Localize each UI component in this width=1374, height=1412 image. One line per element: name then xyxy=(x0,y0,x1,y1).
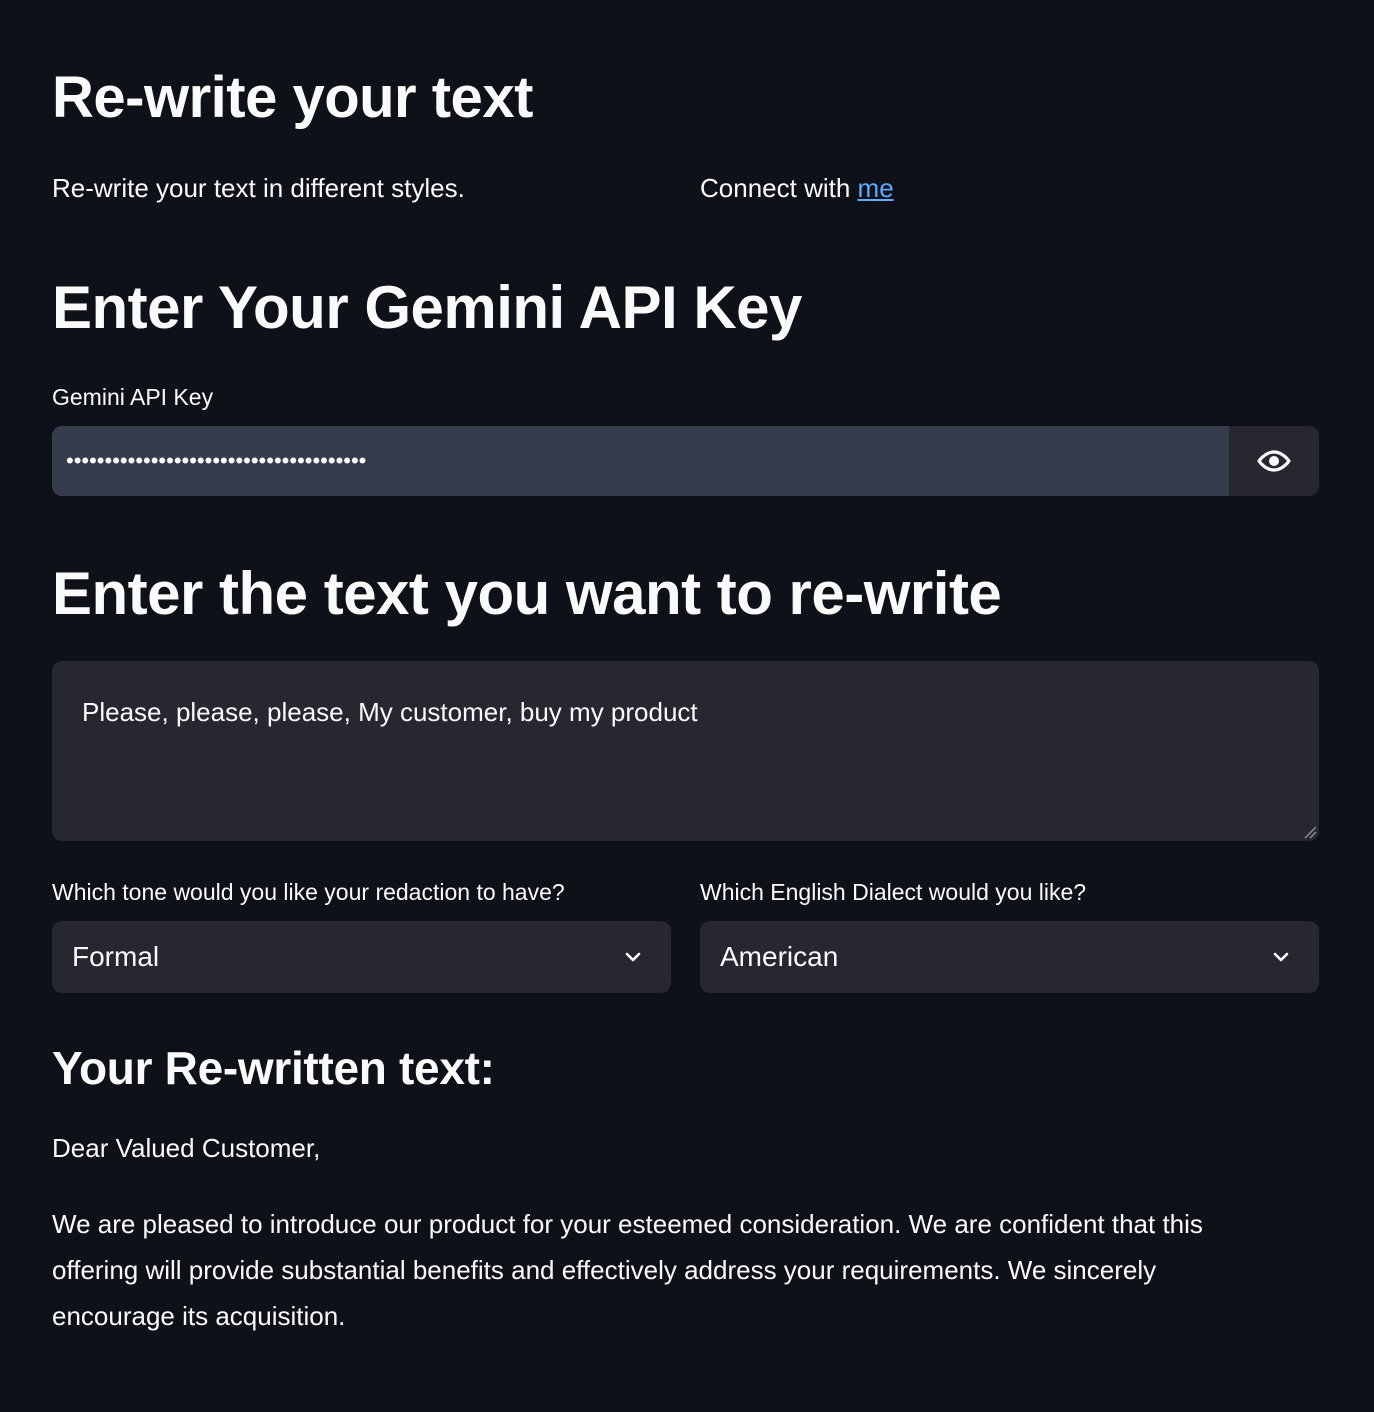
page-subtitle: Re-write your text in different styles. xyxy=(52,173,465,203)
chevron-down-icon xyxy=(625,952,641,962)
text-section-title: Enter the text you want to re-write xyxy=(52,560,1002,627)
resize-handle-icon[interactable] xyxy=(1303,825,1317,839)
tone-label: Which tone would you like your redaction… xyxy=(52,879,565,905)
text-input-area[interactable]: Please, please, please, My customer, buy… xyxy=(52,661,1319,841)
result-title: Your Re-written text: xyxy=(52,1042,495,1094)
subtitle-row: Re-write your text in different styles. … xyxy=(52,170,1319,206)
connect-link[interactable]: me xyxy=(858,173,894,203)
connect-prefix: Connect with xyxy=(700,173,858,203)
eye-icon xyxy=(1257,450,1291,472)
show-password-button[interactable] xyxy=(1229,426,1319,496)
dialect-select[interactable]: American xyxy=(700,921,1319,993)
tone-selected-value: Formal xyxy=(72,941,160,972)
connect-text: Connect with me xyxy=(700,170,894,206)
result-greeting: Dear Valued Customer, xyxy=(52,1133,321,1163)
page-title: Re-write your text xyxy=(52,65,533,130)
result-body: We are pleased to introduce our product … xyxy=(52,1209,1203,1331)
api-key-input[interactable]: ••••••••••••••••••••••••••••••••••••••• xyxy=(52,426,1229,496)
api-key-label: Gemini API Key xyxy=(52,384,214,410)
dialect-selected-value: American xyxy=(720,941,839,972)
tone-select[interactable]: Formal xyxy=(52,921,671,993)
api-key-field: ••••••••••••••••••••••••••••••••••••••• xyxy=(52,426,1319,496)
chevron-down-icon xyxy=(1273,952,1289,962)
dialect-label: Which English Dialect would you like? xyxy=(700,879,1087,905)
api-key-section-title: Enter Your Gemini API Key xyxy=(52,274,802,341)
text-input-value: Please, please, please, My customer, buy… xyxy=(82,697,698,727)
